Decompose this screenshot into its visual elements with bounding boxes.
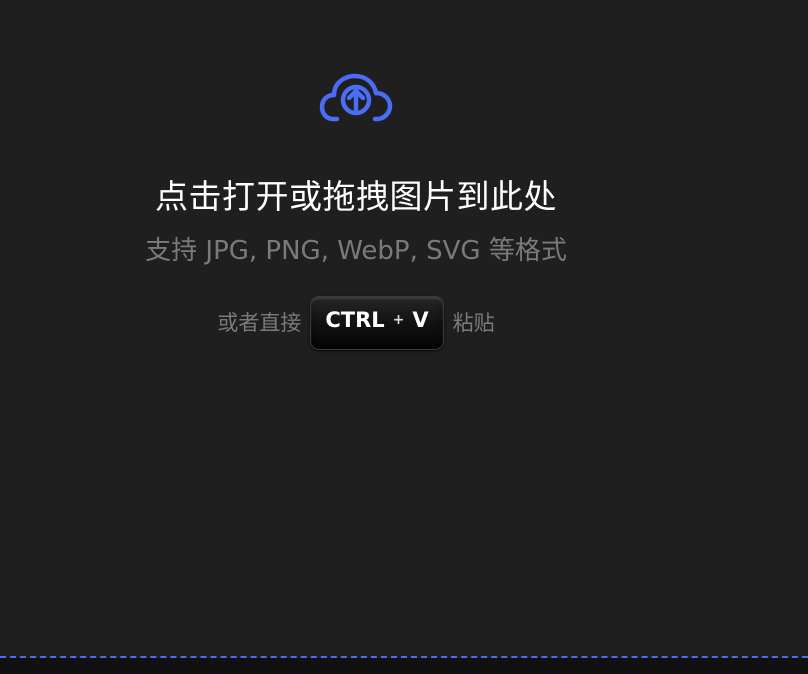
paste-hint: 或者直接 CTRL + V 粘贴 xyxy=(0,295,712,351)
ctrl-key-label: CTRL xyxy=(325,308,385,332)
v-key-label: V xyxy=(412,308,429,332)
drop-zone-content: 点击打开或拖拽图片到此处 支持 JPG, PNG, WebP, SVG 等格式 … xyxy=(0,0,712,380)
paste-hint-suffix: 粘贴 xyxy=(452,311,495,335)
supported-formats-text: 支持 JPG, PNG, WebP, SVG 等格式 xyxy=(145,236,567,266)
ctrl-v-keycap: CTRL + V xyxy=(310,296,444,350)
upload-title: 点击打开或拖拽图片到此处 xyxy=(155,177,557,216)
paste-hint-prefix: 或者直接 xyxy=(217,311,302,335)
plus-sign: + xyxy=(392,312,405,328)
image-drop-zone[interactable]: 点击打开或拖拽图片到此处 支持 JPG, PNG, WebP, SVG 等格式 … xyxy=(0,0,808,658)
cloud-upload-icon xyxy=(319,72,393,128)
